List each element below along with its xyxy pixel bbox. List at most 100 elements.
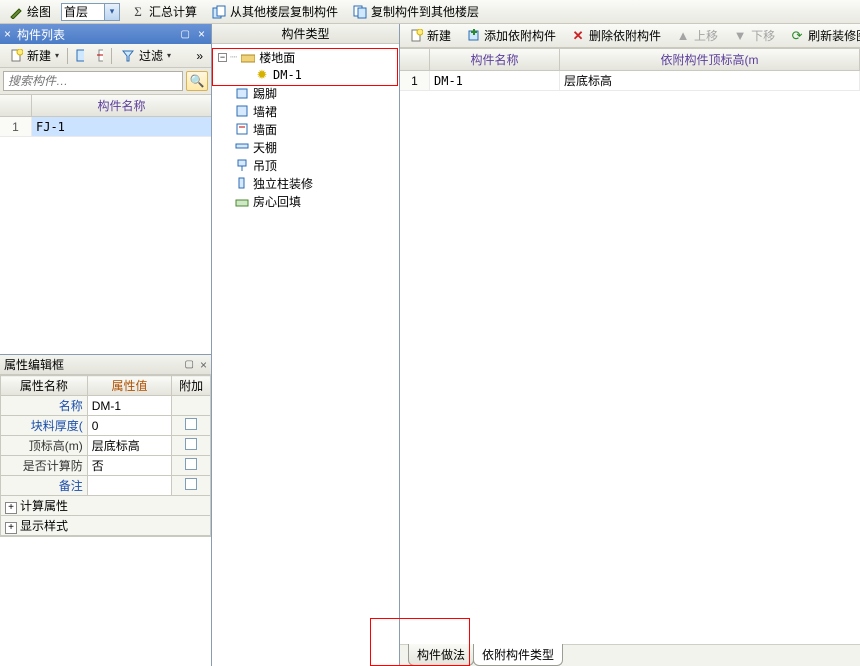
panel-close-icon[interactable]: × (198, 27, 205, 41)
tab-practice[interactable]: 构件做法 (408, 644, 474, 666)
dotted-connector: ┈ (230, 50, 237, 64)
del-dep-button[interactable]: ✕ 删除依附构件 (566, 26, 665, 45)
tree-node[interactable]: 独立柱装修 (214, 174, 397, 192)
checkbox-icon[interactable] (185, 478, 197, 490)
floor-combo-input[interactable] (62, 4, 104, 20)
copy-to-floor-button[interactable]: 复制构件到其他楼层 (348, 2, 483, 21)
expand-label: 计算属性 (20, 499, 68, 513)
dep-name-header: 构件名称 (430, 49, 560, 70)
collapse-icon[interactable]: − (218, 53, 227, 62)
prop-chk (172, 396, 211, 416)
plus-icon[interactable]: + (5, 522, 17, 534)
pin-icon[interactable]: ▢ (181, 29, 190, 40)
tree-node[interactable]: 墙面 (214, 120, 397, 138)
filter-button[interactable]: 过滤 ▾ (116, 46, 175, 65)
component-name-header: 构件名称 (32, 95, 211, 116)
tree-node-label: 房心回填 (253, 193, 301, 210)
search-icon: 🔍 (190, 74, 205, 88)
copy-to-icon (352, 4, 368, 20)
table-row[interactable]: 备注 (1, 476, 211, 496)
expand-row-calc[interactable]: +计算属性 (1, 496, 211, 516)
dep-top-header: 依附构件顶标高(m (560, 49, 860, 70)
toolbar-icon-2[interactable] (91, 48, 107, 64)
add-dep-button[interactable]: 添加依附构件 (461, 26, 560, 45)
separator (67, 48, 68, 64)
draw-button[interactable]: 绘图 (4, 2, 55, 21)
panel-close-icon[interactable]: × (200, 358, 207, 372)
component-list-toolbar: 新建 ▾ 过滤 ▾ » (0, 44, 211, 68)
search-button[interactable]: 🔍 (186, 71, 208, 91)
tree-node[interactable]: 天棚 (214, 138, 397, 156)
tree-node[interactable]: 吊顶 (214, 156, 397, 174)
tree-node-label: DM-1 (273, 68, 302, 82)
plus-icon[interactable]: + (5, 502, 17, 514)
table-row[interactable]: 是否计算防否 (1, 456, 211, 476)
toolbar-icon-1[interactable] (72, 48, 88, 64)
tree-node-label: 墙裙 (253, 103, 277, 120)
copy-from-floor-button[interactable]: 从其他楼层复制构件 (207, 2, 342, 21)
chevron-down-icon: ▾ (167, 51, 171, 60)
prop-val[interactable]: 0 (87, 416, 171, 436)
tree-node[interactable]: 房心回填 (214, 192, 397, 210)
main-area: × 构件列表 ▢ × 新建 ▾ 过滤 ▾ (0, 24, 860, 666)
floor-combo[interactable]: ▾ (61, 3, 120, 21)
pin-icon[interactable]: ▢ (185, 359, 194, 370)
prop-name: 备注 (1, 476, 88, 496)
new-file-icon (408, 28, 424, 44)
refresh-icon: ⟳ (789, 28, 805, 44)
tree-node-label: 楼地面 (259, 49, 295, 66)
table-row[interactable]: 1 FJ-1 (0, 117, 211, 137)
new-file-icon (8, 48, 24, 64)
tree-node-child[interactable]: ✹ DM-1 (214, 66, 397, 84)
new-button-label: 新建 (427, 27, 451, 44)
tree-node-label: 踢脚 (253, 85, 277, 102)
new-component-button[interactable]: 新建 ▾ (4, 46, 63, 65)
prop-val[interactable] (87, 476, 171, 496)
tab-dep-type[interactable]: 依附构件类型 (473, 644, 563, 666)
prop-val[interactable]: 否 (87, 456, 171, 476)
top-toolbar: 绘图 ▾ Σ 汇总计算 从其他楼层复制构件 复制构件到其他楼层 (0, 0, 860, 24)
checkbox-icon[interactable] (185, 458, 197, 470)
toolbar-more-button[interactable]: » (192, 48, 207, 64)
copy-from-floor-label: 从其他楼层复制构件 (230, 3, 338, 20)
prop-chk[interactable] (172, 476, 211, 496)
row-name: FJ-1 (32, 117, 211, 136)
move-up-button: ▲ 上移 (671, 26, 722, 45)
search-input[interactable] (3, 71, 183, 91)
tree-node[interactable]: 墙裙 (214, 102, 397, 120)
new-component-label: 新建 (27, 47, 51, 64)
close-icon[interactable]: × (4, 27, 11, 41)
category-icon (234, 158, 250, 172)
table-row[interactable]: 1 DM-1 层底标高 (400, 71, 860, 91)
add-icon (465, 28, 481, 44)
tree-node[interactable]: 踢脚 (214, 84, 397, 102)
prop-chk[interactable] (172, 436, 211, 456)
expand-row-display[interactable]: +显示样式 (1, 516, 211, 536)
property-table-header: 属性名称 属性值 附加 (1, 376, 211, 396)
new-button[interactable]: 新建 (404, 26, 455, 45)
delete-icon: ✕ (570, 28, 586, 44)
prop-val[interactable]: DM-1 (87, 396, 171, 416)
table-row[interactable]: 名称DM-1 (1, 396, 211, 416)
table-row[interactable]: 顶标高(m)层底标高 (1, 436, 211, 456)
refresh-button[interactable]: ⟳ 刷新装修图元 (785, 26, 860, 45)
category-icon (234, 86, 250, 100)
move-up-label: 上移 (694, 27, 718, 44)
summary-button[interactable]: Σ 汇总计算 (126, 2, 201, 21)
table-row[interactable]: 块料厚度(0 (1, 416, 211, 436)
component-type-panel: 构件类型 − ┈ 楼地面 ✹ DM-1 踢脚 墙裙 墙面 天棚 吊顶 独立柱装修… (212, 24, 400, 666)
component-list-title: 构件列表 (17, 26, 65, 43)
prop-chk[interactable] (172, 416, 211, 436)
category-icon (234, 104, 250, 118)
right-panel: 新建 添加依附构件 ✕ 删除依附构件 ▲ 上移 ▼ 下移 ⟳ 刷新装修图元 (400, 24, 860, 666)
checkbox-icon[interactable] (185, 418, 197, 430)
bottom-tabs: 构件做法 依附构件类型 (400, 644, 860, 666)
checkbox-icon[interactable] (185, 438, 197, 450)
tree-node-root[interactable]: − ┈ 楼地面 (214, 48, 397, 66)
prop-val[interactable]: 层底标高 (87, 436, 171, 456)
property-blank-area (0, 536, 211, 666)
prop-head-extra: 附加 (172, 376, 211, 396)
prop-chk[interactable] (172, 456, 211, 476)
refresh-label: 刷新装修图元 (808, 27, 860, 44)
chevron-down-icon[interactable]: ▾ (104, 4, 119, 20)
